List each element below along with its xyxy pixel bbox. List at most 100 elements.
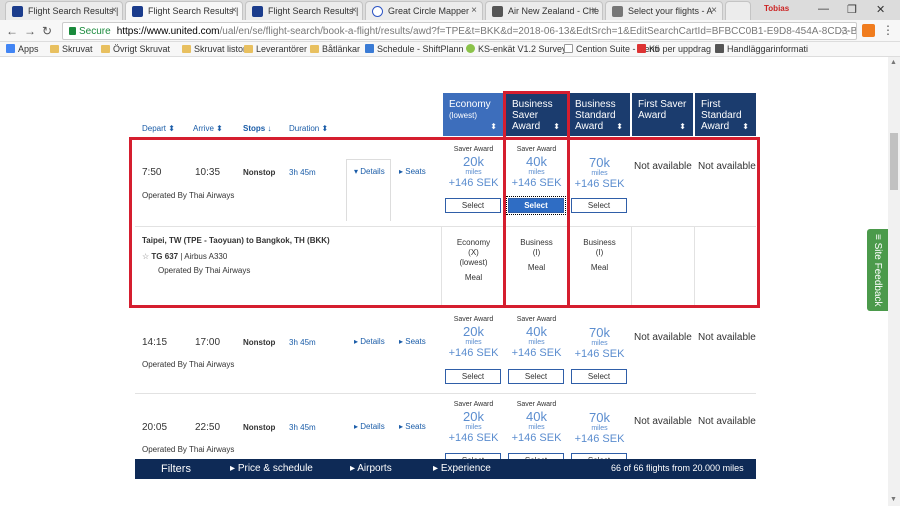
browser-tab-5[interactable]: Air New Zealand - Che × (485, 1, 603, 20)
fare-economy: Saver Award 20k miles +146 SEK (448, 401, 499, 444)
not-available: Not available (634, 416, 692, 427)
bookmark-leverantorer[interactable]: Leverantörer (244, 44, 307, 54)
fare-header-business-standard[interactable]: Business Standard Award ⬍ (569, 93, 630, 136)
page-icon (564, 44, 573, 53)
new-tab-button[interactable] (725, 1, 751, 20)
bookmark-star-icon[interactable]: ☆ (840, 25, 850, 38)
secure-indicator[interactable]: Secure (69, 26, 111, 37)
bookmark-apps[interactable]: Apps (6, 44, 39, 54)
url-input[interactable]: Secure https://www.united.com/ual/en/se/f… (62, 22, 857, 40)
back-icon[interactable]: ← (6, 24, 18, 38)
bookmark-survey[interactable]: KS-enkät V1.2 Survey (466, 44, 567, 54)
depart-time: 20:05 (142, 422, 168, 433)
operated-by: Operated By Thai Airways (142, 445, 235, 454)
operated-by: Operated By Thai Airways (142, 360, 235, 369)
experience-filter[interactable]: ▸ Experience (433, 463, 491, 474)
bookmark-schedule[interactable]: Schedule - ShiftPlann (365, 44, 464, 54)
site-feedback-button[interactable]: ≡ Site Feedback (867, 229, 888, 311)
price-schedule-filter[interactable]: ▸ Price & schedule (230, 463, 313, 474)
stops: Nonstop (243, 423, 276, 432)
fare-business-standard: 70k miles +146 SEK (574, 325, 625, 361)
sort-icon: ⬍ (679, 122, 686, 131)
page-scrollbar[interactable] (888, 57, 900, 506)
folder-icon (244, 45, 253, 53)
sort-icon: ⬍ (742, 122, 749, 131)
extension-icon[interactable] (862, 24, 875, 37)
select-button[interactable]: Select (571, 369, 627, 384)
close-icon[interactable]: × (591, 5, 597, 16)
forward-icon[interactable]: → (24, 24, 36, 38)
bookmark-skruvat[interactable]: Skruvat (50, 44, 93, 54)
folder-icon (101, 45, 110, 53)
browser-tab-1[interactable]: Flight Search Results | × (5, 1, 123, 20)
close-icon[interactable]: × (471, 5, 477, 16)
browser-tab-4[interactable]: Great Circle Mapper × (365, 1, 483, 20)
apps-icon (6, 44, 15, 53)
window-close-icon[interactable]: ✕ (876, 3, 885, 16)
browser-tab-2[interactable]: Flight Search Results | × (125, 1, 243, 21)
bookmark-handlaggarinfo[interactable]: Handläggarinformati (715, 44, 808, 54)
folder-icon (182, 45, 191, 53)
fare-header-economy[interactable]: Economy (lowest) ⬍ (443, 93, 504, 136)
filter-bar: Filters ▸ Price & schedule ▸ Airports ▸ … (135, 459, 756, 479)
close-icon[interactable]: × (231, 5, 237, 16)
select-button[interactable]: Select (445, 369, 501, 384)
row-divider (135, 393, 756, 394)
bookmark-batlankar[interactable]: Båtlänkar (310, 44, 360, 54)
address-bar-row: ← → ↻ Secure https://www.united.com/ual/e… (0, 20, 900, 42)
close-icon[interactable]: × (711, 5, 717, 16)
highlight-box-business-saver (503, 91, 570, 308)
chart-icon (715, 44, 724, 53)
not-available: Not available (698, 416, 756, 427)
sort-duration[interactable]: Duration ⬍ (289, 124, 328, 133)
seats-link[interactable]: ▸ Seats (399, 422, 426, 431)
folder-icon (310, 45, 319, 53)
sort-arrive[interactable]: Arrive ⬍ (193, 124, 223, 133)
bookmark-skruvat-listor[interactable]: Skruvat listor (182, 44, 246, 54)
sort-icon: ⬍ (616, 122, 623, 131)
reload-icon[interactable]: ↻ (42, 24, 52, 38)
maximize-icon[interactable]: ❐ (847, 3, 857, 16)
fare-header-first-saver[interactable]: First Saver Award ⬍ (632, 93, 693, 136)
not-available: Not available (698, 332, 756, 343)
united-icon (12, 6, 23, 17)
menu-icon[interactable]: ⋮ (882, 23, 894, 37)
survey-icon (466, 44, 475, 53)
bookmark-ko-per-uppdrag[interactable]: Kö per uppdrag (637, 44, 711, 54)
highlight-box-flight (129, 137, 760, 308)
airports-filter[interactable]: ▸ Airports (350, 463, 392, 474)
minimize-icon[interactable]: — (818, 3, 829, 15)
fare-header-first-standard[interactable]: First Standard Award ⬍ (695, 93, 756, 136)
sort-icon: ⬍ (490, 122, 497, 131)
sort-stops[interactable]: Stops ↓ (243, 124, 271, 133)
page-icon (612, 6, 623, 17)
browser-tab-bar: Flight Search Results | × Flight Search R… (0, 0, 900, 21)
lock-icon (69, 27, 76, 35)
duration: 3h 45m (289, 338, 316, 347)
browser-tab-3[interactable]: Flight Search Results | × (245, 1, 363, 20)
flight-count: 66 of 66 flights from 20.000 miles (611, 463, 744, 473)
details-link[interactable]: ▸ Details (354, 337, 385, 346)
united-icon (252, 6, 263, 17)
profile-label[interactable]: Tobias (764, 4, 789, 13)
close-icon[interactable]: × (111, 5, 117, 16)
scroll-down-icon[interactable]: ▼ (890, 496, 897, 503)
close-icon[interactable]: × (351, 5, 357, 16)
bookmark-ovrigt-skruvat[interactable]: Övrigt Skruvat (101, 44, 170, 54)
arrive-time: 22:50 (195, 422, 221, 433)
fare-economy: Saver Award 20k miles +146 SEK (448, 316, 499, 359)
folder-icon (50, 45, 59, 53)
stops: Nonstop (243, 338, 276, 347)
scroll-up-icon[interactable]: ▲ (890, 59, 897, 66)
select-button[interactable]: Select (508, 369, 564, 384)
queue-icon (637, 44, 646, 53)
filters-button[interactable]: Filters (161, 463, 191, 475)
details-link[interactable]: ▸ Details (354, 422, 385, 431)
scrollbar-thumb[interactable] (890, 133, 898, 190)
sort-depart[interactable]: Depart ⬍ (142, 124, 175, 133)
seats-link[interactable]: ▸ Seats (399, 337, 426, 346)
duration: 3h 45m (289, 423, 316, 432)
browser-tab-6[interactable]: Select your flights - A × (605, 1, 723, 20)
url-path: /ual/en/se/flight-search/book-a-flight/r… (219, 26, 857, 37)
not-available: Not available (634, 332, 692, 343)
